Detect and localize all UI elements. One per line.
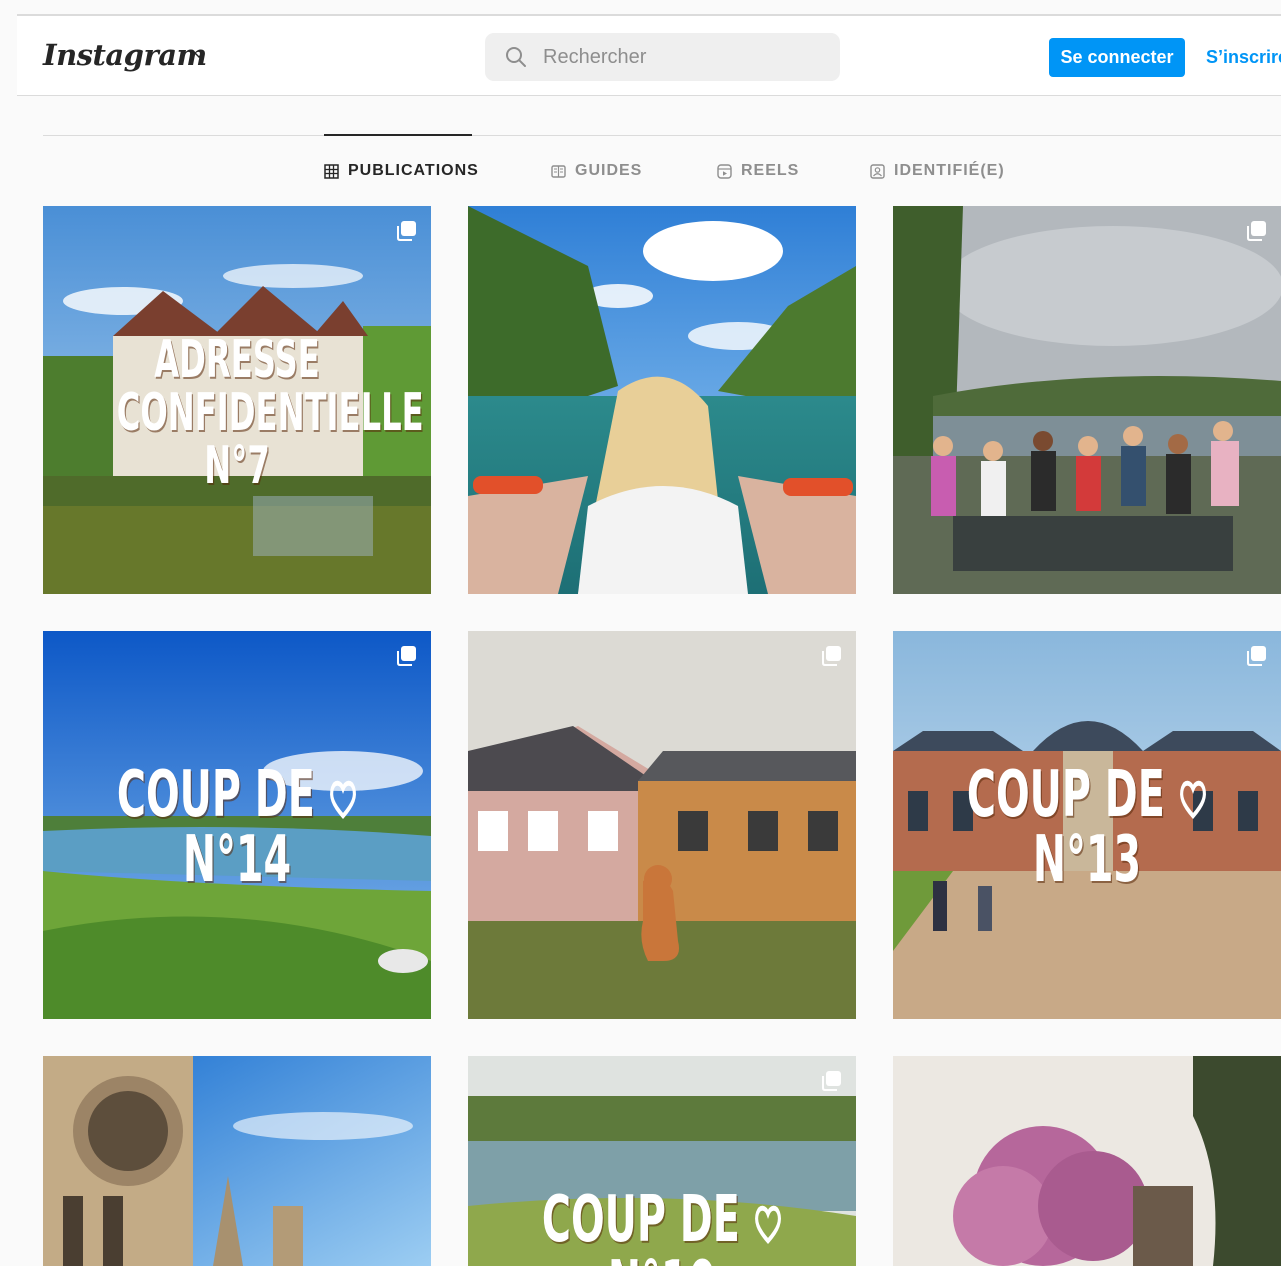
post-image bbox=[43, 1056, 431, 1266]
login-button[interactable]: Se connecter bbox=[1049, 38, 1185, 77]
overlay-line: COUP DE bbox=[542, 1187, 783, 1253]
overlay-line-text: COUP DE bbox=[966, 758, 1165, 832]
post-tile[interactable]: COUP DE N°13 bbox=[893, 631, 1281, 1019]
instagram-logo[interactable]: Instagram bbox=[43, 38, 207, 72]
multiple-photos-icon bbox=[822, 646, 841, 666]
tab-label: IDENTIFIÉ(E) bbox=[894, 162, 1005, 179]
post-tile[interactable] bbox=[43, 1056, 431, 1266]
multiple-photos-icon bbox=[1247, 221, 1266, 241]
reels-icon bbox=[717, 163, 732, 179]
post-tile[interactable]: ADRESSE CONFIDENTIELLE N°7 bbox=[43, 206, 431, 594]
tab-label: GUIDES bbox=[575, 162, 643, 179]
multiple-photos-icon bbox=[397, 646, 416, 666]
heart-icon bbox=[1179, 780, 1206, 820]
tagged-icon bbox=[870, 163, 885, 179]
signup-link[interactable]: S’inscrire bbox=[1206, 38, 1281, 77]
post-image bbox=[893, 1056, 1281, 1266]
post-tile[interactable] bbox=[468, 631, 856, 1019]
instagram-profile-page: Instagram Se connecter S’inscrire PUBLIC… bbox=[0, 0, 1281, 1266]
multiple-photos-icon bbox=[397, 221, 416, 241]
post-tile[interactable] bbox=[468, 206, 856, 594]
post-tile[interactable]: COUP DE N°10 bbox=[468, 1056, 856, 1266]
tab-guides[interactable]: GUIDES bbox=[551, 160, 642, 182]
overlay-line: CONFIDENTIELLE bbox=[116, 383, 424, 444]
post-tile[interactable] bbox=[893, 206, 1281, 594]
post-overlay-text: ADRESSE CONFIDENTIELLE N°7 bbox=[116, 330, 424, 497]
active-tab-indicator bbox=[324, 134, 472, 136]
overlay-line: N°13 bbox=[1032, 823, 1142, 898]
search-bar[interactable] bbox=[485, 33, 840, 81]
multiple-photos-icon bbox=[1247, 646, 1266, 666]
overlay-line-text: COUP DE bbox=[541, 1183, 740, 1257]
post-overlay-text: COUP DE N°10 bbox=[542, 1187, 783, 1266]
post-image bbox=[468, 206, 856, 594]
post-image bbox=[893, 206, 1281, 594]
overlay-line-text: COUP DE bbox=[116, 758, 315, 832]
overlay-line: COUP DE bbox=[967, 762, 1208, 828]
overlay-line: ADRESSE bbox=[154, 330, 320, 390]
overlay-line: N°14 bbox=[182, 823, 292, 898]
grid-icon bbox=[324, 163, 339, 179]
multiple-photos-icon bbox=[822, 1071, 841, 1091]
overlay-line: N°7 bbox=[204, 436, 270, 497]
tab-label: PUBLICATIONS bbox=[348, 162, 479, 179]
guides-icon bbox=[551, 164, 566, 178]
chevron-down-icon[interactable] bbox=[193, 48, 205, 60]
post-tile[interactable] bbox=[893, 1056, 1281, 1266]
tab-reels[interactable]: REELS bbox=[717, 160, 799, 182]
tab-publications[interactable]: PUBLICATIONS bbox=[324, 160, 479, 182]
overlay-line: COUP DE bbox=[117, 762, 358, 828]
post-tile[interactable]: COUP DE N°14 bbox=[43, 631, 431, 1019]
tab-label: REELS bbox=[741, 162, 800, 179]
post-image bbox=[468, 631, 856, 1019]
search-icon bbox=[506, 47, 526, 67]
post-overlay-text: COUP DE N°13 bbox=[967, 762, 1208, 898]
tab-tagged[interactable]: IDENTIFIÉ(E) bbox=[870, 160, 1005, 182]
heart-icon bbox=[754, 1205, 781, 1245]
heart-icon bbox=[329, 780, 356, 820]
top-nav-bar: Instagram Se connecter S’inscrire bbox=[17, 16, 1281, 96]
post-overlay-text: COUP DE N°14 bbox=[117, 762, 358, 898]
tabs-divider bbox=[43, 135, 1281, 136]
search-input[interactable] bbox=[543, 33, 823, 81]
